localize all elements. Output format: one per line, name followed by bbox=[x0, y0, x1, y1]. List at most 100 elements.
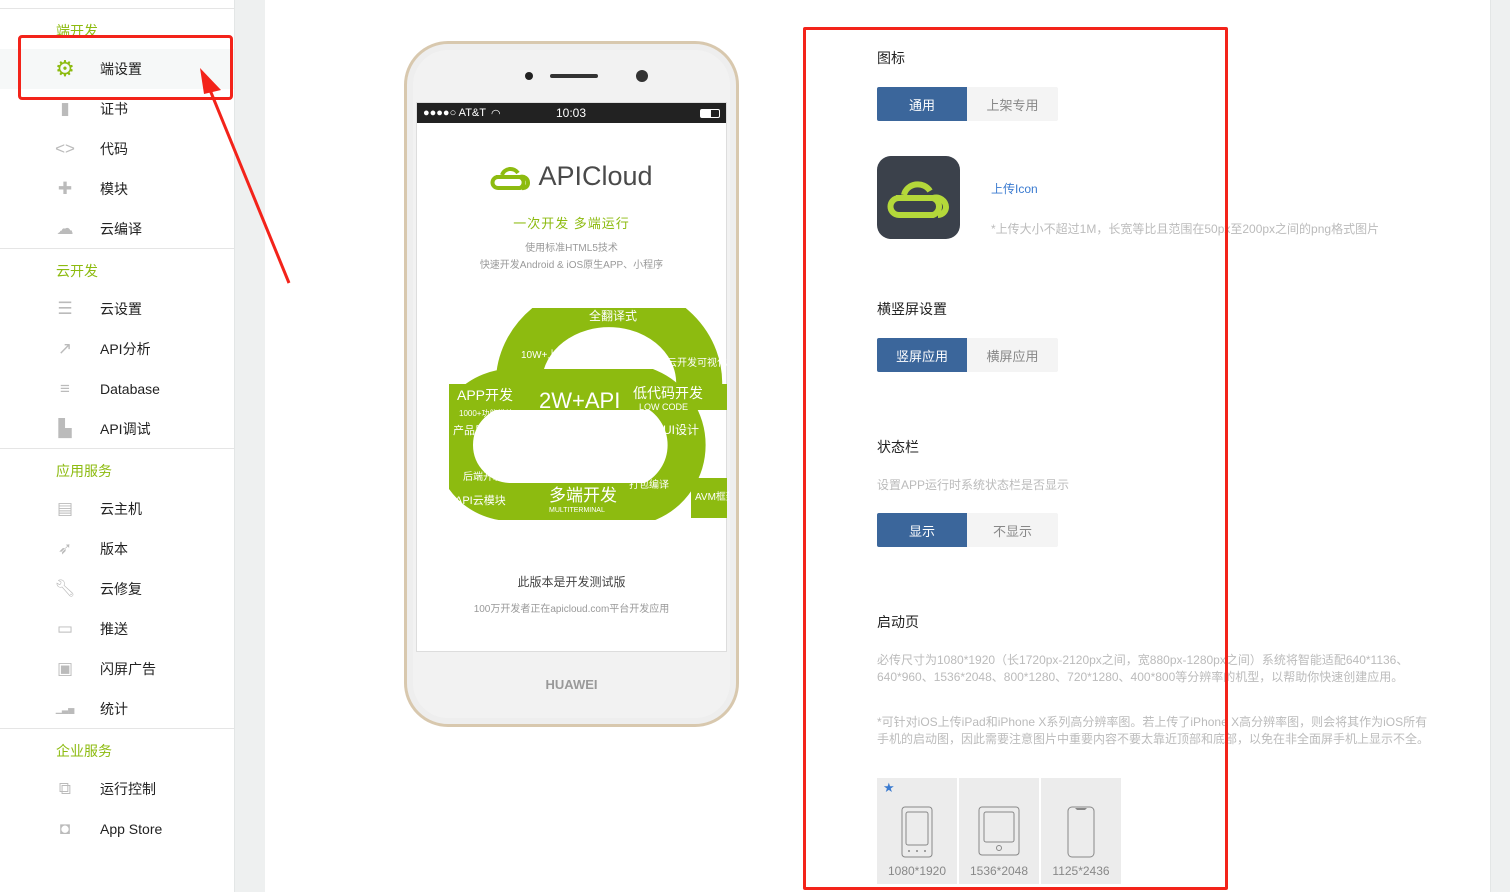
wrench-icon: 🔧︎ bbox=[54, 579, 76, 598]
speaker-grille bbox=[550, 74, 598, 78]
rocket-icon: ➶ bbox=[57, 539, 73, 558]
push-icon: ▭ bbox=[56, 619, 74, 638]
cloud-icon: ☁ bbox=[56, 219, 74, 238]
sliders-icon: ☰ bbox=[57, 299, 73, 318]
graphic-label: 打包编译 bbox=[629, 478, 669, 491]
graphic-label: 1000+功能模块 bbox=[459, 408, 513, 418]
orientation-landscape[interactable]: 横屏应用 bbox=[967, 338, 1058, 372]
launch-hint-2b: 手机的启动图，因此需要注意图片中重要内容不要太靠近顶部和底部，以免在非全面屏手机… bbox=[877, 732, 1430, 746]
phone-maker: HUAWEI bbox=[545, 677, 598, 692]
sidebar-item-debug[interactable]: ▙ API调试 bbox=[0, 409, 234, 449]
graphic-label: AVM框架 bbox=[695, 490, 729, 503]
divider bbox=[0, 448, 234, 449]
upload-icon-link[interactable]: 上传Icon bbox=[991, 180, 1038, 197]
sidebar-item-label: API调试 bbox=[100, 421, 151, 437]
database-icon: ≡ bbox=[60, 379, 70, 398]
sidebar-section-title: 云开发 bbox=[56, 263, 98, 279]
sidebar-item-label: 云修复 bbox=[100, 581, 142, 597]
sidebar-item-label: Database bbox=[100, 381, 160, 397]
cloud-logo-icon bbox=[887, 180, 949, 218]
tablet-device-icon bbox=[978, 806, 1020, 856]
windows-icon: ⧉ bbox=[58, 779, 72, 798]
icon-section-title: 图标 bbox=[877, 50, 905, 66]
graphic-label: MULTITERMINAL bbox=[549, 507, 605, 514]
launch-thumb-phone[interactable]: ★ 1080*1920 bbox=[877, 778, 957, 884]
statusbar-hide[interactable]: 不显示 bbox=[967, 513, 1058, 547]
sidebar-item-label: 云主机 bbox=[100, 501, 142, 517]
graphic-label: UI设计 bbox=[663, 423, 699, 437]
launch-thumb-ipad[interactable]: 1536*2048 bbox=[959, 778, 1039, 884]
dev-notice: 此版本是开发测试版 bbox=[517, 575, 626, 589]
sidebar-item-label: 版本 bbox=[100, 541, 128, 557]
sidebar-item-stats[interactable]: ▁▃▅ 统计 bbox=[0, 689, 234, 729]
chart-icon: ↗ bbox=[57, 339, 73, 358]
sidebar-item-label: 模块 bbox=[100, 181, 128, 197]
sidebar-item-label: 闪屏广告 bbox=[100, 661, 156, 677]
statusbar-section-title: 状态栏 bbox=[877, 439, 919, 455]
sidebar-item-label: 统计 bbox=[100, 701, 128, 717]
sidebar-item-gear[interactable]: ⚙ 端设置 bbox=[0, 49, 234, 89]
size-label: 1125*2436 bbox=[1052, 864, 1110, 878]
orientation-toggle: 竖屏应用 横屏应用 bbox=[877, 338, 1058, 372]
code-icon: <> bbox=[55, 139, 75, 158]
graphic-label: 低代码开发 bbox=[633, 385, 703, 401]
sidebar-item-server[interactable]: ▤ 云主机 bbox=[0, 489, 234, 529]
highlight-box-settings bbox=[803, 27, 1228, 890]
launch-hint-1a: 必传尺寸为1080*1920（长1720px-2120px之间，宽880px-1… bbox=[877, 653, 1409, 667]
statusbar-desc: 设置APP运行时系统状态栏是否显示 bbox=[877, 478, 1070, 492]
bag-icon: ◘ bbox=[59, 819, 71, 838]
sidebar-item-label: 推送 bbox=[100, 621, 128, 637]
icon-option-store[interactable]: 上架专用 bbox=[967, 87, 1058, 121]
sidebar-item-chart[interactable]: ↗ API分析 bbox=[0, 329, 234, 369]
sidebar-item-push[interactable]: ▭ 推送 bbox=[0, 609, 234, 649]
sidebar-item-cloud[interactable]: ☁ 云编译 bbox=[0, 209, 234, 249]
sidebar-section-title: 应用服务 bbox=[56, 463, 112, 479]
phone-desc-1: 使用标准HTML5技术 bbox=[525, 243, 618, 254]
sidebar-item-windows[interactable]: ⧉ 运行控制 bbox=[0, 769, 234, 809]
graphic-label: 多端开发 bbox=[549, 486, 617, 505]
brand-logo: APICloud bbox=[417, 161, 726, 192]
phone-desc-2: 快速开发Android & iOS原生APP、小程序 bbox=[479, 260, 664, 271]
divider bbox=[0, 8, 234, 9]
icon-type-toggle: 通用 上架专用 bbox=[877, 87, 1058, 121]
sidebar-item-bag[interactable]: ◘ App Store bbox=[0, 809, 234, 849]
graphic-label: 产品原型 bbox=[453, 423, 497, 437]
stats-icon: ▁▃▅ bbox=[55, 704, 75, 714]
sidebar-item-ad[interactable]: ▣ 闪屏广告 bbox=[0, 649, 234, 689]
sidebar-item-puzzle[interactable]: ✚ 模块 bbox=[0, 169, 234, 209]
launch-hint-2a: *可针对iOS上传iPad和iPhone X系列高分辨率图。若上传了iPhone… bbox=[877, 715, 1428, 729]
clock: 10:03 bbox=[556, 106, 587, 120]
icon-option-general[interactable]: 通用 bbox=[877, 87, 967, 121]
scrollbar[interactable] bbox=[1490, 0, 1510, 892]
sidebar-section-title: 企业服务 bbox=[56, 743, 112, 759]
iphonex-device-icon bbox=[1067, 806, 1095, 858]
wifi-icon: ◠ bbox=[490, 107, 501, 120]
graphic-label: 后端开发 bbox=[463, 470, 503, 483]
sidebar-item-certificate[interactable]: ▮ 证书 bbox=[0, 89, 234, 129]
gutter bbox=[234, 0, 265, 892]
sidebar-item-label: App Store bbox=[100, 821, 163, 837]
sidebar-item-code[interactable]: <> 代码 bbox=[0, 129, 234, 169]
sidebar-item-label: 端设置 bbox=[100, 61, 142, 77]
battery-icon bbox=[700, 108, 720, 118]
app-icon-preview[interactable] bbox=[877, 156, 960, 239]
brand-name: APICloud bbox=[538, 161, 653, 191]
launch-hint-1b: 640*960、1536*2048、800*1280、720*1280、400*… bbox=[877, 670, 1404, 684]
icon-hint: *上传大小不超过1M，长宽等比且范围在50px至200px之间的png格式图片 bbox=[991, 222, 1380, 236]
sidebar-item-label: 代码 bbox=[100, 141, 128, 157]
sidebar-item-database[interactable]: ≡ Database bbox=[0, 369, 234, 409]
puzzle-icon: ✚ bbox=[57, 179, 73, 198]
server-icon: ▤ bbox=[56, 499, 74, 518]
sidebar-item-rocket[interactable]: ➶ 版本 bbox=[0, 529, 234, 569]
phone-screen: ●●●●○ AT&T ◠ 10:03 APICloud 一次开发 多端运行 使用… bbox=[416, 102, 729, 652]
launch-thumb-iphonex[interactable]: 1125*2436 bbox=[1041, 778, 1121, 884]
sidebar-item-wrench[interactable]: 🔧︎ 云修复 bbox=[0, 569, 234, 609]
front-camera bbox=[636, 70, 648, 82]
sidebar-item-sliders[interactable]: ☰ 云设置 bbox=[0, 289, 234, 329]
size-label: 1080*1920 bbox=[887, 864, 947, 878]
size-label: 1536*2048 bbox=[969, 864, 1029, 878]
sidebar-item-label: API分析 bbox=[100, 341, 151, 357]
statusbar-show[interactable]: 显示 bbox=[877, 513, 967, 547]
orientation-portrait[interactable]: 竖屏应用 bbox=[877, 338, 967, 372]
debug-icon: ▙ bbox=[58, 419, 72, 438]
